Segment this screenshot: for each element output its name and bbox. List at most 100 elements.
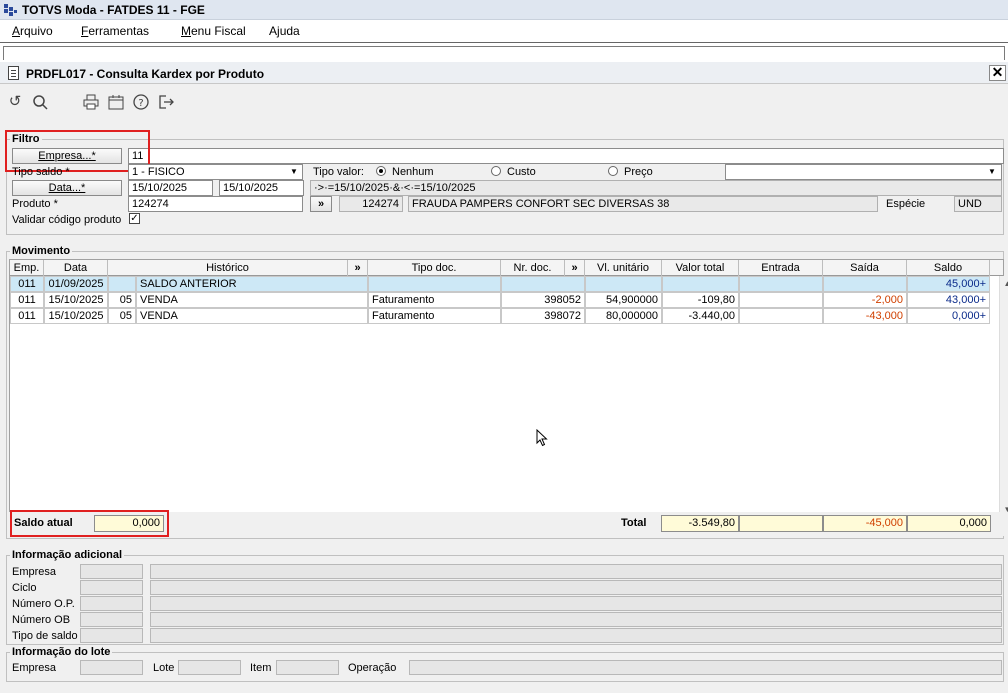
cell-valor-total [662, 276, 739, 292]
calendar-icon-glyph [108, 95, 124, 110]
lote-empresa-label: Empresa [12, 662, 57, 674]
data-fim-field[interactable]: 15/10/2025 [219, 180, 304, 196]
lote-lote-label: Lote [153, 662, 175, 674]
table-row[interactable]: 011 15/10/2025 05 VENDA Faturamento 3980… [10, 308, 990, 324]
produto-label: Produto * [12, 198, 58, 210]
cell-valor-total: -109,80 [662, 292, 739, 308]
col-historico[interactable]: Histórico [108, 260, 348, 276]
especie-label: Espécie [886, 198, 926, 210]
chevron-down-icon[interactable]: ▼ [287, 166, 301, 178]
radio-custo-label: Custo [507, 166, 536, 178]
undo-icon[interactable]: ↺ [6, 93, 24, 111]
radio-preco-label: Preço [624, 166, 653, 178]
cell-emp: 011 [10, 276, 44, 292]
lote-operacao-label: Operação [348, 662, 397, 674]
col-data[interactable]: Data [44, 260, 108, 276]
cell-valor-total: -3.440,00 [662, 308, 739, 324]
cursor-icon [536, 429, 548, 447]
info-empresa-desc [150, 564, 1002, 579]
data-button[interactable]: Data...* [12, 180, 122, 196]
radio-preco[interactable] [608, 166, 618, 176]
radio-nenhum[interactable] [376, 166, 386, 176]
close-button[interactable]: ✕ [989, 65, 1006, 81]
produto-lookup-button[interactable]: » [310, 196, 332, 212]
app-title-bar: TOTVS Moda - FATDES 11 - FGE [0, 0, 1008, 20]
menu-fiscal-accel: M [181, 24, 191, 38]
search-icon[interactable] [31, 93, 49, 111]
tipo-saldo-value: 1 - FISICO [132, 166, 185, 178]
col-entrada[interactable]: Entrada [739, 260, 823, 276]
info-numero-ob-label: Número OB [12, 614, 71, 626]
cell-data: 01/09/2025 [44, 276, 108, 292]
cell-nr-doc: 398072 [501, 308, 585, 324]
cell-vl-unitario: 54,900000 [585, 292, 662, 308]
help-icon[interactable]: ? [132, 93, 150, 111]
menu-fiscal[interactable]: Menu Fiscal [181, 24, 246, 38]
info-numero-ob-desc [150, 612, 1002, 627]
info-ciclo-desc [150, 580, 1002, 595]
especie-field: UND [954, 196, 1002, 212]
col-vl-unitario[interactable]: Vl. unitário [585, 260, 662, 276]
col-nr-doc[interactable]: Nr. doc. [501, 260, 565, 276]
table-row[interactable]: 011 01/09/2025 SALDO ANTERIOR 45,000+ [10, 276, 990, 292]
exit-icon[interactable] [157, 93, 175, 111]
tipo-valor-select[interactable] [725, 164, 1002, 180]
total-saida: -45,000 [823, 515, 907, 532]
app-icon [4, 4, 17, 16]
col-valor-total[interactable]: Valor total [662, 260, 739, 276]
command-field[interactable] [3, 46, 1005, 60]
col-saida[interactable]: Saída [823, 260, 907, 276]
cell-vl-unitario [585, 276, 662, 292]
info-empresa-label: Empresa [12, 566, 57, 578]
document-icon [8, 66, 19, 80]
data-inicio-field[interactable]: 15/10/2025 [128, 180, 213, 196]
cell-entrada [739, 276, 823, 292]
info-tipo-saldo-code [80, 628, 143, 643]
cell-tipo-doc: Faturamento [368, 308, 501, 324]
print-icon-glyph [83, 94, 99, 110]
radio-nenhum-label: Nenhum [392, 166, 434, 178]
menu-arquivo[interactable]: Arquivo [12, 24, 53, 38]
empresa-field[interactable]: 11 [128, 148, 1004, 164]
col-more-button[interactable]: » [348, 260, 368, 276]
tipo-saldo-select[interactable]: 1 - FISICO [128, 164, 303, 180]
cell-saida: -2,000 [823, 292, 907, 308]
col-tipo-doc[interactable]: Tipo doc. [368, 260, 501, 276]
total-entrada [739, 515, 823, 532]
calendar-icon[interactable] [107, 93, 125, 111]
info-lote-label: Informação do lote [10, 646, 113, 658]
info-numero-ob-code [80, 612, 143, 627]
info-numero-op-label: Número O.P. [12, 598, 75, 610]
scroll-up-icon[interactable]: ▲ [1000, 276, 1008, 291]
col-saldo[interactable]: Saldo [907, 260, 990, 276]
col-more-button[interactable]: » [565, 260, 585, 276]
total-valor: -3.549,80 [661, 515, 739, 532]
tipo-valor-label: Tipo valor: [313, 166, 364, 178]
col-emp[interactable]: Emp. [10, 260, 44, 276]
menu-ferramentas[interactable]: Ferramentas [81, 24, 149, 38]
table-row[interactable]: 011 15/10/2025 05 VENDA Faturamento 3980… [10, 292, 990, 308]
info-adicional-label: Informação adicional [10, 549, 125, 561]
validar-label: Validar código produto [12, 214, 122, 226]
info-ciclo-label: Ciclo [12, 582, 37, 594]
radio-custo[interactable] [491, 166, 501, 176]
produto-field[interactable]: 124274 [128, 196, 303, 212]
cell-entrada [739, 292, 823, 308]
window-title-bar: PRDFL017 - Consulta Kardex por Produto [0, 62, 1008, 84]
print-icon[interactable] [82, 93, 100, 111]
cell-tipo-doc: Faturamento [368, 292, 501, 308]
search-icon-glyph [33, 95, 48, 110]
validar-checkbox[interactable]: ✓ [129, 213, 140, 224]
menu-ajuda[interactable]: Ajuda [269, 24, 300, 38]
cell-vl-unitario: 80,000000 [585, 308, 662, 324]
data-expression: ·>·=15/10/2025·&·<·=15/10/2025 [310, 180, 1002, 196]
grid-header: Emp. Data Histórico » Tipo doc. Nr. doc.… [10, 260, 1003, 276]
grid-scrollbar[interactable]: ▲ ▼ [999, 276, 1008, 517]
lote-empresa-field [80, 660, 143, 675]
command-strip [0, 42, 1008, 62]
cell-entrada [739, 308, 823, 324]
info-tipo-saldo-desc [150, 628, 1002, 643]
cell-data: 15/10/2025 [44, 308, 108, 324]
info-numero-op-desc [150, 596, 1002, 611]
chevron-down-icon[interactable]: ▼ [985, 166, 999, 178]
